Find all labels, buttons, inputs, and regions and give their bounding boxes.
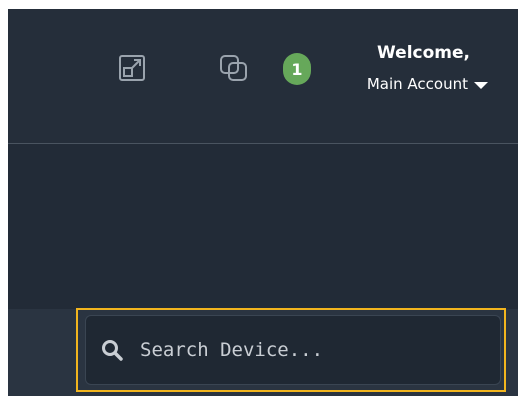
switch-window-button[interactable]: [217, 51, 251, 85]
content-area: [8, 144, 518, 309]
search-box[interactable]: [85, 315, 501, 385]
expand-icon: [117, 53, 147, 83]
caret-down-icon: [474, 81, 488, 89]
account-menu[interactable]: Welcome, Main Account: [328, 43, 488, 103]
expand-button[interactable]: [115, 51, 149, 85]
welcome-label: Welcome,: [377, 43, 470, 63]
account-name: Main Account: [366, 75, 468, 93]
switch-window-icon: [218, 52, 250, 84]
top-header: 1 Welcome, Main Account: [8, 9, 518, 144]
account-row[interactable]: Main Account: [367, 75, 488, 93]
search-input[interactable]: [138, 329, 500, 371]
search-icon: [98, 336, 126, 364]
notification-badge[interactable]: 1: [283, 53, 311, 85]
